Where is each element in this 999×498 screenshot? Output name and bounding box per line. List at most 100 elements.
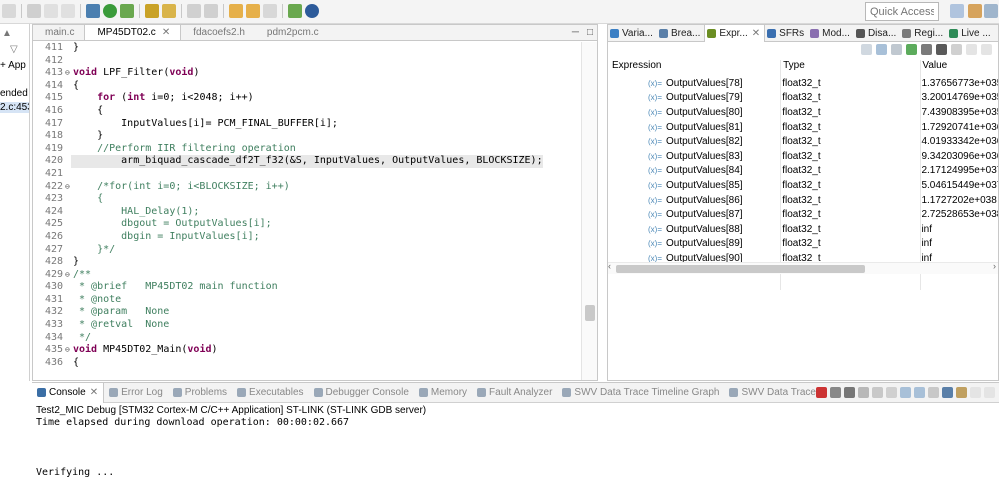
scroll-thumb[interactable]	[585, 305, 595, 321]
resume-icon[interactable]	[27, 4, 41, 18]
perspective-other-icon[interactable]	[984, 4, 998, 18]
debug-tree-item-frame[interactable]: 2.c:453	[0, 102, 29, 113]
new-icon[interactable]	[145, 4, 159, 18]
code-line[interactable]: 417 InputValues[i]= PCM_FINAL_BUFFER[i];	[33, 118, 579, 131]
code-line[interactable]: 425 dbgout = OutputValues[i];	[33, 218, 579, 231]
show-logical-structure-icon[interactable]	[876, 44, 887, 55]
tab-console[interactable]: Console ✕	[32, 382, 105, 403]
info-icon[interactable]	[305, 4, 319, 18]
expression-row[interactable]: (x)= OutputValues[85] float32_t 5.04615449e…	[608, 178, 998, 193]
code-line[interactable]: 428}	[33, 256, 579, 269]
expression-row[interactable]: (x)= OutputValues[80] float32_t 7.43908395e…	[608, 105, 998, 120]
expression-row[interactable]: (x)= OutputValues[86] float32_t 1.1727202e+…	[608, 193, 998, 208]
code-line[interactable]: 423 {	[33, 193, 579, 206]
tab-breakpoints[interactable]: Brea...	[657, 25, 704, 42]
code-line[interactable]: 434 */	[33, 332, 579, 345]
remove-all-icon[interactable]	[936, 44, 947, 55]
view-menu-icon[interactable]	[951, 44, 962, 55]
column-value[interactable]: Value	[918, 60, 998, 74]
expression-cell[interactable]: (x)= OutputValues[83]	[608, 151, 779, 162]
next-annotation-icon[interactable]	[204, 4, 218, 18]
code-line[interactable]: 429 ⊖/**	[33, 269, 579, 282]
tab-problems[interactable]: Problems	[168, 383, 232, 403]
show-on-error-icon[interactable]	[914, 387, 925, 398]
expression-cell[interactable]: (x)= OutputValues[80]	[608, 107, 779, 118]
expression-cell[interactable]: (x)= OutputValues[79]	[608, 92, 779, 103]
console-output[interactable]: Time elapsed during download operation: …	[32, 417, 999, 480]
pin-console-icon[interactable]	[928, 387, 939, 398]
terminate-icon[interactable]	[816, 387, 827, 398]
column-type[interactable]: Type	[779, 60, 918, 74]
tab-fault-analyzer[interactable]: Fault Analyzer	[472, 383, 557, 403]
code-line[interactable]: 419 //Perform IIR filtering operation	[33, 143, 579, 156]
expression-cell[interactable]: (x)= OutputValues[88]	[608, 224, 779, 235]
maximize-icon[interactable]: □	[587, 27, 593, 38]
value-cell[interactable]: 1.37656773e+035	[918, 78, 998, 89]
value-cell[interactable]: 4.01933342e+036	[918, 136, 998, 147]
code-line[interactable]: 436 {	[33, 357, 579, 370]
expressions-hscroll[interactable]: ‹ ›	[608, 261, 998, 274]
expression-row[interactable]: (x)= OutputValues[79] float32_t 3.20014769e…	[608, 91, 998, 106]
tab-registers[interactable]: Regi...	[900, 25, 947, 42]
code-line[interactable]: 422 ⊖ /*for(int i=0; i<BLOCKSIZE; i++)	[33, 181, 579, 194]
expression-row[interactable]: (x)= OutputValues[88] float32_t inf	[608, 222, 998, 237]
expression-cell[interactable]: (x)= OutputValues[86]	[608, 195, 779, 206]
tab-variables[interactable]: Varia...	[608, 25, 657, 42]
hscroll-thumb[interactable]	[616, 265, 865, 273]
tab-debugger-console[interactable]: Debugger Console	[309, 383, 414, 403]
tab-disassembly[interactable]: Disa...	[854, 25, 900, 42]
tab-error-log[interactable]: Error Log	[104, 383, 168, 403]
code-line[interactable]: 413 ⊖ void LPF_Filter(void)	[33, 67, 579, 80]
debug-icon[interactable]	[86, 4, 100, 18]
code-line[interactable]: 412	[33, 55, 579, 68]
forward-icon[interactable]	[246, 4, 260, 18]
expression-row[interactable]: (x)= OutputValues[89] float32_t inf	[608, 237, 998, 252]
tab-fdacoefs2-h[interactable]: fdacoefs2.h	[181, 25, 255, 40]
tab-live[interactable]: Live ...	[947, 25, 994, 42]
remove-expression-icon[interactable]	[921, 44, 932, 55]
back-icon[interactable]	[229, 4, 243, 18]
collapse-all-icon[interactable]	[891, 44, 902, 55]
add-expression-icon[interactable]	[906, 44, 917, 55]
remove-all-icon[interactable]	[844, 387, 855, 398]
value-cell[interactable]: 3.20014769e+035	[918, 92, 998, 103]
external-tools-icon[interactable]	[120, 4, 134, 18]
expression-row[interactable]: (x)= OutputValues[81] float32_t 1.72920741e…	[608, 120, 998, 135]
expression-cell[interactable]: (x)= OutputValues[87]	[608, 209, 779, 220]
maximize-icon[interactable]	[981, 44, 992, 55]
code-line[interactable]: 431 * @note	[33, 294, 579, 307]
perspective-cpp-icon[interactable]	[950, 4, 964, 18]
open-perspective-icon[interactable]	[288, 4, 302, 18]
value-cell[interactable]: 2.72528653e+038	[918, 209, 998, 220]
code-line[interactable]: 426 dbgin = InputValues[i];	[33, 231, 579, 244]
code-line[interactable]: 414 {	[33, 80, 579, 93]
close-icon[interactable]: ✕	[90, 387, 98, 398]
expression-cell[interactable]: (x)= OutputValues[81]	[608, 122, 779, 133]
expression-cell[interactable]: (x)= OutputValues[78]	[608, 78, 779, 89]
terminate-icon[interactable]	[61, 4, 75, 18]
value-cell[interactable]: 7.43908395e+035	[918, 107, 998, 118]
new-console-icon[interactable]	[956, 387, 967, 398]
code-line[interactable]: 427 }*/	[33, 244, 579, 257]
minimize-icon[interactable]	[966, 44, 977, 55]
value-cell[interactable]: 2.17124995e+037	[918, 165, 998, 176]
expression-row[interactable]: (x)= OutputValues[87] float32_t 2.72528653e…	[608, 207, 998, 222]
code-line[interactable]: 430 * @brief MP45DT02 main function	[33, 281, 579, 294]
clear-console-icon[interactable]	[858, 387, 869, 398]
code-line[interactable]: 435 ⊖ void MP45DT02_Main(void)	[33, 344, 579, 357]
close-icon[interactable]: ✕	[752, 28, 760, 39]
minimize-icon[interactable]	[970, 387, 981, 398]
code-area[interactable]: 411} 412 413 ⊖ void LPF_Filter(void) 414{415 …	[33, 42, 579, 380]
maximize-icon[interactable]	[984, 387, 995, 398]
scroll-left-icon[interactable]: ‹	[608, 261, 611, 271]
tab-sfrs[interactable]: SFRs	[765, 25, 808, 42]
tab-modules[interactable]: Mod...	[808, 25, 854, 42]
expression-cell[interactable]: (x)= OutputValues[82]	[608, 136, 779, 147]
show-on-output-icon[interactable]	[900, 387, 911, 398]
search-icon[interactable]	[187, 4, 201, 18]
tab-executables[interactable]: Executables	[232, 383, 308, 403]
tab-swv-data-trace[interactable]: SWV Data Trace	[724, 383, 820, 403]
skip-breakpoints-icon[interactable]	[2, 4, 16, 18]
value-cell[interactable]: inf	[918, 224, 998, 235]
expression-row[interactable]: (x)= OutputValues[82] float32_t 4.01933342e…	[608, 134, 998, 149]
